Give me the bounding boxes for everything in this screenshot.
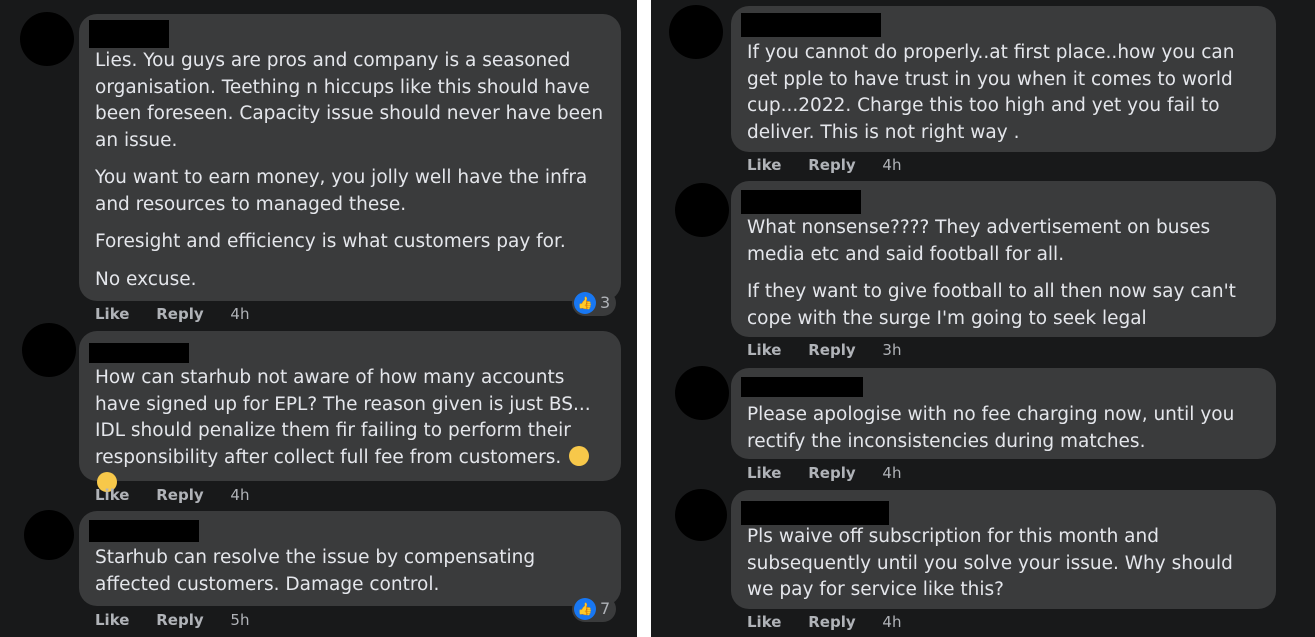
redacted-author-name[interactable]	[89, 20, 169, 48]
avatar[interactable]	[675, 366, 729, 420]
comment-timestamp[interactable]: 5h	[230, 611, 249, 629]
like-button[interactable]: Like	[747, 464, 781, 482]
redacted-author-name[interactable]	[89, 520, 199, 542]
avatar[interactable]	[24, 510, 74, 560]
redacted-author-name[interactable]	[741, 13, 881, 37]
comment-timestamp[interactable]: 4h	[230, 486, 249, 504]
reply-button[interactable]: Reply	[808, 156, 855, 174]
comment-actions: Like Reply 4h	[95, 305, 271, 323]
like-icon: 👍	[574, 597, 596, 620]
avatar[interactable]	[669, 5, 723, 59]
like-button[interactable]: Like	[95, 305, 129, 323]
comment-paragraph: Please apologise with no fee charging no…	[747, 404, 1235, 452]
redacted-author-name[interactable]	[741, 190, 861, 214]
redacted-author-name[interactable]	[741, 377, 863, 397]
reply-button[interactable]: Reply	[808, 341, 855, 359]
redacted-author-name[interactable]	[89, 343, 189, 363]
reply-button[interactable]: Reply	[156, 486, 203, 504]
like-icon: 👍	[574, 291, 596, 314]
like-button[interactable]: Like	[747, 156, 781, 174]
comment-actions: Like Reply 4h	[747, 464, 923, 482]
like-button[interactable]: Like	[747, 341, 781, 359]
comment-bubble: Pls waive off subscription for this mont…	[731, 490, 1276, 609]
comment-text: What nonsense???? They advertisement on …	[747, 215, 1264, 332]
comment-paragraph: How can starhub not aware of how many ac…	[95, 365, 609, 498]
reaction-count: 7	[600, 599, 611, 618]
comment-actions: Like Reply 3h	[747, 341, 923, 359]
comment-paragraph: Foresight and efficiency is what custome…	[95, 231, 566, 252]
comment-bubble: Please apologise with no fee charging no…	[731, 368, 1276, 459]
comment-timestamp[interactable]: 4h	[882, 156, 901, 174]
reply-button[interactable]: Reply	[156, 611, 203, 629]
avatar[interactable]	[20, 12, 74, 66]
reaction-summary[interactable]: 👍 7	[572, 596, 617, 622]
comment-text: Lies. You guys are pros and company is a…	[95, 48, 609, 293]
comment-paragraph: Starhub can resolve the issue by compens…	[95, 547, 536, 595]
right-comments-panel: If you cannot do properly..at first plac…	[651, 0, 1315, 637]
redacted-author-name[interactable]	[741, 501, 889, 525]
comment-actions: Like Reply 4h	[747, 613, 923, 631]
left-comments-panel: Lies. You guys are pros and company is a…	[0, 0, 637, 637]
reply-button[interactable]: Reply	[808, 464, 855, 482]
like-button[interactable]: Like	[95, 486, 129, 504]
face-with-steam-icon	[569, 445, 590, 466]
comment-text: Please apologise with no fee charging no…	[747, 402, 1264, 455]
comment-bubble: Lies. You guys are pros and company is a…	[79, 14, 621, 301]
comment-text: If you cannot do properly..at first plac…	[747, 40, 1264, 146]
like-button[interactable]: Like	[95, 611, 129, 629]
like-button[interactable]: Like	[747, 613, 781, 631]
comment-text: Pls waive off subscription for this mont…	[747, 524, 1264, 604]
comment-text: How can starhub not aware of how many ac…	[95, 365, 609, 498]
comment-bubble: How can starhub not aware of how many ac…	[79, 331, 621, 492]
avatar[interactable]	[22, 323, 76, 377]
comment-timestamp[interactable]: 3h	[882, 341, 901, 359]
reply-button[interactable]: Reply	[156, 305, 203, 323]
comment-bubble: Starhub can resolve the issue by compens…	[79, 511, 621, 606]
comment-paragraph: If they want to give football to all the…	[747, 281, 1236, 329]
comment-paragraph: What nonsense???? They advertisement on …	[747, 217, 1211, 265]
reaction-count: 3	[600, 293, 611, 312]
comment-paragraph: Pls waive off subscription for this mont…	[747, 526, 1233, 600]
comment-paragraph: No excuse.	[95, 268, 197, 290]
comment-actions: Like Reply 4h	[747, 156, 923, 174]
comment-timestamp[interactable]: 4h	[230, 305, 249, 323]
comment-paragraph: Lies. You guys are pros and company is a…	[95, 50, 604, 151]
comment-bubble: What nonsense???? They advertisement on …	[731, 181, 1276, 337]
reply-button[interactable]: Reply	[808, 613, 855, 631]
comment-timestamp[interactable]: 4h	[882, 464, 901, 482]
comment-timestamp[interactable]: 4h	[882, 613, 901, 631]
avatar[interactable]	[675, 489, 727, 541]
comment-bubble: If you cannot do properly..at first plac…	[731, 6, 1276, 152]
comment-paragraph: If you cannot do properly..at first plac…	[747, 42, 1235, 143]
comment-text: Starhub can resolve the issue by compens…	[95, 545, 609, 598]
comment-paragraph: You want to earn money, you jolly well h…	[95, 167, 588, 215]
comment-actions: Like Reply 5h	[95, 611, 271, 629]
comment-actions: Like Reply 4h	[95, 486, 271, 504]
avatar[interactable]	[675, 183, 729, 237]
reaction-summary[interactable]: 👍 3	[572, 290, 617, 316]
